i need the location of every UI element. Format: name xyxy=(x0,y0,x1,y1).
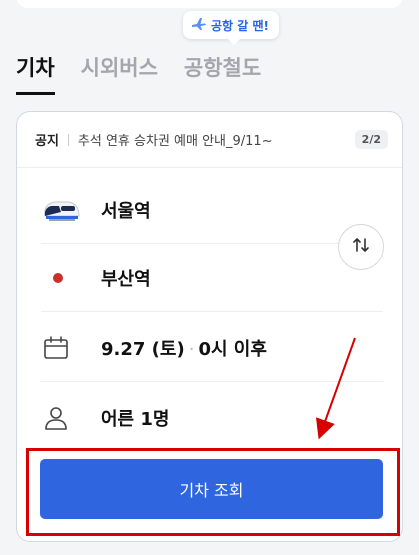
search-train-button[interactable]: 기차 조회 xyxy=(40,459,383,519)
calendar-icon xyxy=(41,335,81,360)
airport-tooltip[interactable]: 공항 갈 땐! xyxy=(183,11,279,45)
passenger-row[interactable]: 어른 1명 xyxy=(41,384,383,452)
arrival-row[interactable]: 부산역 xyxy=(41,244,383,312)
tab-intercity-bus[interactable]: 시외버스 xyxy=(81,52,158,95)
departure-row[interactable]: 서울역 xyxy=(41,176,383,244)
airplane-icon xyxy=(191,16,207,35)
travel-time: 0시 이후 xyxy=(198,338,267,360)
notice-label: 공지 xyxy=(35,134,59,149)
person-icon xyxy=(41,405,81,431)
date-text: 9.27 (토) · 0시 이후 xyxy=(101,335,267,361)
travel-date: 9.27 (토) xyxy=(101,338,185,360)
swap-arrows-icon xyxy=(351,235,371,259)
previous-card xyxy=(16,0,403,8)
departure-station: 서울역 xyxy=(101,200,151,222)
tooltip-text: 공항 갈 땐! xyxy=(211,18,269,33)
transport-tabs: 기차 시외버스 공항철도 xyxy=(16,52,261,95)
notice-text[interactable]: 추석 연휴 승차권 예매 안내_9/11~ xyxy=(78,130,355,149)
date-row[interactable]: 9.27 (토) · 0시 이후 xyxy=(41,314,383,382)
red-dot-icon xyxy=(41,272,81,283)
tab-train[interactable]: 기차 xyxy=(16,52,55,95)
train-icon xyxy=(41,196,81,224)
arrival-station: 부산역 xyxy=(101,268,151,290)
tab-airport-railroad[interactable]: 공항철도 xyxy=(184,52,261,95)
passenger-count: 어른 1명 xyxy=(101,409,170,430)
notice-page-badge: 2/2 xyxy=(354,130,388,149)
notice-bar[interactable]: 공지 추석 연휴 승차권 예매 안내_9/11~ 2/2 xyxy=(17,112,402,168)
swap-stations-button[interactable] xyxy=(338,224,384,270)
date-separator: · xyxy=(188,338,195,360)
notice-divider xyxy=(67,133,69,146)
